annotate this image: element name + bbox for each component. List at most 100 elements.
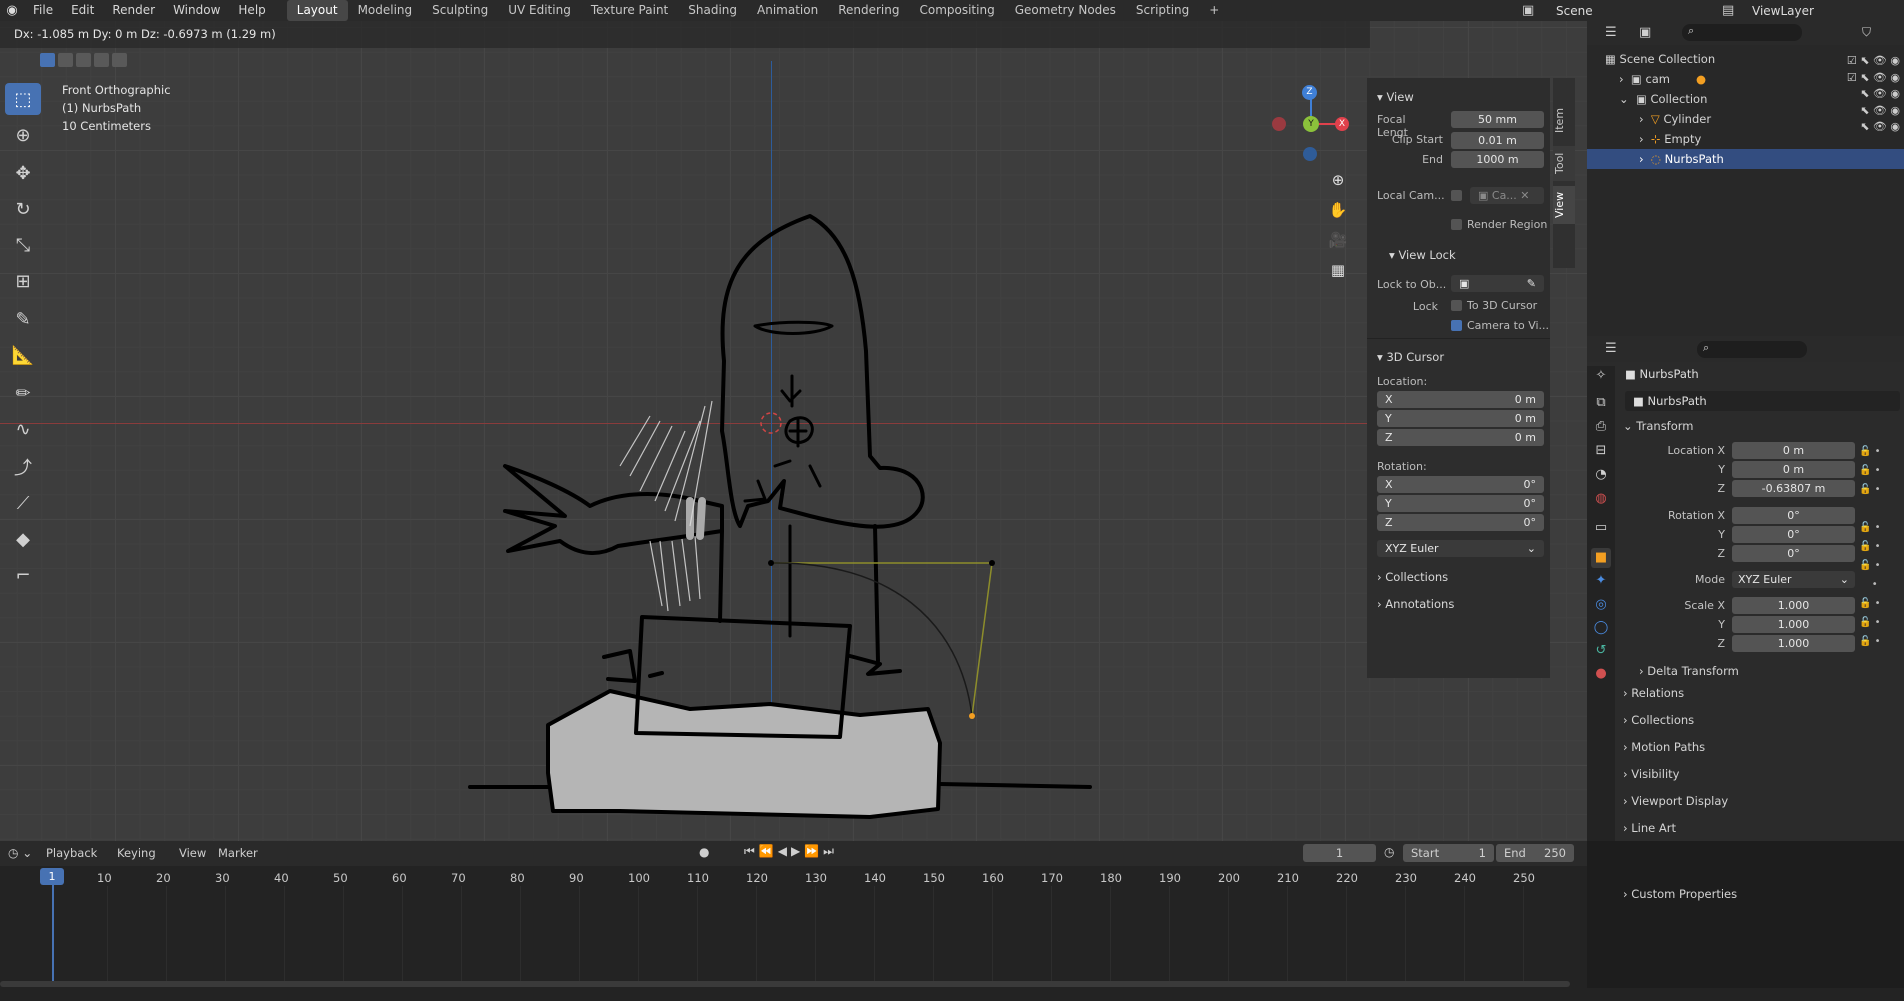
tab-uv-editing[interactable]: UV Editing xyxy=(498,0,581,21)
rotation-mode-dropdown[interactable]: XYZ Euler ⌄ xyxy=(1732,571,1855,588)
rotation-z-field[interactable]: 0° xyxy=(1732,545,1855,562)
view-layer-icon[interactable]: ▤ xyxy=(1722,3,1734,18)
properties-search-input[interactable]: ⌕ xyxy=(1697,341,1807,358)
lock-to-object-field[interactable]: ▣ ✎ xyxy=(1451,275,1544,292)
view-menu[interactable]: View xyxy=(179,846,206,860)
playback-menu[interactable]: Playback xyxy=(46,846,97,860)
render-region-checkbox[interactable] xyxy=(1451,219,1462,230)
outliner-visibility-toggles[interactable]: ☑ ⬉ 👁 ◉ ☑ ⬉ 👁 ◉ ⬉ 👁 ◉ ⬉ 👁 ◉ ⬉ 👁 ◉ xyxy=(1834,53,1900,136)
world-properties-icon[interactable]: ◍ xyxy=(1591,489,1611,509)
visibility-header[interactable]: › Visibility xyxy=(1623,767,1679,781)
keying-menu[interactable]: Keying xyxy=(117,846,156,860)
tab-rendering[interactable]: Rendering xyxy=(828,0,909,21)
motion-paths-header[interactable]: › Motion Paths xyxy=(1623,740,1705,754)
3d-viewport[interactable]: Dx: -1.085 m Dy: 0 m Dz: -0.6973 m (1.29… xyxy=(0,21,1587,841)
tool-properties-icon[interactable]: ✧ xyxy=(1591,366,1611,386)
menu-window[interactable]: Window xyxy=(164,0,229,21)
menu-edit[interactable]: Edit xyxy=(62,0,103,21)
physics-properties-icon[interactable]: ◯ xyxy=(1591,618,1611,638)
custom-properties-header[interactable]: › Custom Properties xyxy=(1623,887,1737,901)
marker-menu[interactable]: Marker xyxy=(218,846,258,860)
tab-compositing[interactable]: Compositing xyxy=(909,0,1004,21)
lock-toggles[interactable]: 🔓 • 🔓 • 🔓 • 🔓 • 🔓 • 🔓 • • 🔓 • 🔓 • 🔓 • xyxy=(1859,442,1881,651)
camera-to-view-checkbox[interactable] xyxy=(1451,320,1462,331)
tab-item[interactable]: Item xyxy=(1553,100,1575,140)
clip-start-field[interactable]: 0.01 m xyxy=(1451,132,1544,149)
tab-texture-paint[interactable]: Texture Paint xyxy=(581,0,678,21)
tab-layout[interactable]: Layout xyxy=(286,0,348,21)
gizmo-x-handle[interactable]: X xyxy=(1335,117,1349,131)
delta-transform-header[interactable]: › Delta Transform xyxy=(1639,664,1739,678)
gizmo-neg-x-handle[interactable] xyxy=(1272,117,1286,131)
scale-y-field[interactable]: 1.000 xyxy=(1732,616,1855,633)
menu-render[interactable]: Render xyxy=(103,0,164,21)
tab-geometry-nodes[interactable]: Geometry Nodes xyxy=(1005,0,1126,21)
relations-header[interactable]: › Relations xyxy=(1623,686,1684,700)
menu-help[interactable]: Help xyxy=(229,0,274,21)
location-z-field[interactable]: -0.63807 m xyxy=(1732,480,1855,497)
playback-controls[interactable]: ⏮⏪◀▶⏩⏭ xyxy=(744,844,838,859)
gizmo-z-handle[interactable]: Z xyxy=(1302,85,1317,100)
add-workspace-icon[interactable]: + xyxy=(1199,0,1229,21)
start-frame-field[interactable]: Start 1 xyxy=(1403,844,1494,862)
lock-to-cursor-checkbox[interactable] xyxy=(1451,300,1462,311)
collection-properties-icon[interactable]: ▭ xyxy=(1591,518,1611,538)
focal-length-field[interactable]: 50 mm xyxy=(1451,111,1544,128)
scene-properties-icon[interactable]: ◔ xyxy=(1591,465,1611,485)
cursor-rotation-mode[interactable]: XYZ Euler ⌄ xyxy=(1377,540,1544,557)
modifier-properties-icon[interactable]: ✦ xyxy=(1591,571,1611,591)
gizmo-y-handle[interactable]: Y xyxy=(1303,116,1319,132)
collections-header[interactable]: › Collections xyxy=(1623,713,1694,727)
object-properties-icon[interactable]: ■ xyxy=(1591,548,1611,568)
clip-end-field[interactable]: 1000 m xyxy=(1451,151,1544,168)
eyedropper-icon[interactable]: ✎ xyxy=(1527,275,1536,292)
end-frame-field[interactable]: End 250 xyxy=(1496,844,1574,862)
location-y-field[interactable]: 0 m xyxy=(1732,461,1855,478)
editor-type-icon[interactable]: ☰ xyxy=(1605,25,1617,40)
viewport-display-header[interactable]: › Viewport Display xyxy=(1623,794,1728,808)
scene-selector[interactable]: Scene xyxy=(1556,4,1593,18)
tab-shading[interactable]: Shading xyxy=(678,0,747,21)
cursor-location-y[interactable]: Y0 m xyxy=(1377,410,1544,427)
cursor-rotation-x[interactable]: X 0° xyxy=(1377,476,1544,493)
clock-icon[interactable]: ◷ xyxy=(1384,845,1394,859)
playhead[interactable]: 1 xyxy=(40,868,64,885)
blender-logo-icon[interactable]: ◉ xyxy=(0,3,24,18)
view-layer-selector[interactable]: ViewLayer xyxy=(1752,4,1814,18)
cursor-location-x[interactable]: X0 m xyxy=(1377,391,1544,408)
filter-icon[interactable]: ⛉ xyxy=(1862,25,1871,40)
material-properties-icon[interactable]: ● xyxy=(1591,664,1611,684)
render-properties-icon[interactable]: ⧉ xyxy=(1591,393,1611,413)
outliner-search-input[interactable]: ⌕ xyxy=(1682,24,1802,41)
local-camera-checkbox[interactable] xyxy=(1451,190,1462,201)
view-layer-properties-icon[interactable]: ⊟ xyxy=(1591,441,1611,461)
rotation-x-field[interactable]: 0° xyxy=(1732,507,1855,524)
timeline-scrollbar[interactable] xyxy=(0,981,1570,987)
view-lock-header[interactable]: ▾ View Lock xyxy=(1389,248,1456,262)
3d-cursor-header[interactable]: ▾ 3D Cursor xyxy=(1377,350,1444,364)
line-art-header[interactable]: › Line Art xyxy=(1623,821,1676,835)
transform-header[interactable]: ⌄ Transform xyxy=(1623,419,1694,433)
cursor-location-z[interactable]: Z0 m xyxy=(1377,429,1544,446)
editor-type-icon[interactable]: ◷ ⌄ xyxy=(8,846,32,860)
tab-sculpting[interactable]: Sculpting xyxy=(422,0,498,21)
particles-properties-icon[interactable]: ◎ xyxy=(1591,595,1611,615)
camera-view-icon[interactable]: 🎥 xyxy=(1325,227,1351,253)
current-frame-field[interactable]: 1 xyxy=(1303,844,1376,862)
outliner-item-nurbspath[interactable]: › ◌ NurbsPath xyxy=(1587,149,1904,169)
pan-hand-icon[interactable]: ✋ xyxy=(1325,197,1351,223)
scale-x-field[interactable]: 1.000 xyxy=(1732,597,1855,614)
data-properties-icon[interactable]: ↺ xyxy=(1591,641,1611,661)
rotation-y-field[interactable]: 0° xyxy=(1732,526,1855,543)
object-name-field[interactable]: ■ NurbsPath xyxy=(1625,391,1900,411)
location-x-field[interactable]: 0 m xyxy=(1732,442,1855,459)
tab-animation[interactable]: Animation xyxy=(747,0,828,21)
zoom-icon[interactable]: ⊕ xyxy=(1325,167,1351,193)
display-mode-icon[interactable]: ▣ xyxy=(1639,25,1651,40)
tab-modeling[interactable]: Modeling xyxy=(348,0,423,21)
cursor-rotation-y[interactable]: Y 0° xyxy=(1377,495,1544,512)
cursor-rotation-z[interactable]: Z 0° xyxy=(1377,514,1544,531)
view-section-header[interactable]: ▾ View xyxy=(1377,90,1414,104)
local-camera-field[interactable]: ▣ Ca... ✕ xyxy=(1470,187,1544,204)
tab-view[interactable]: View xyxy=(1553,186,1575,224)
